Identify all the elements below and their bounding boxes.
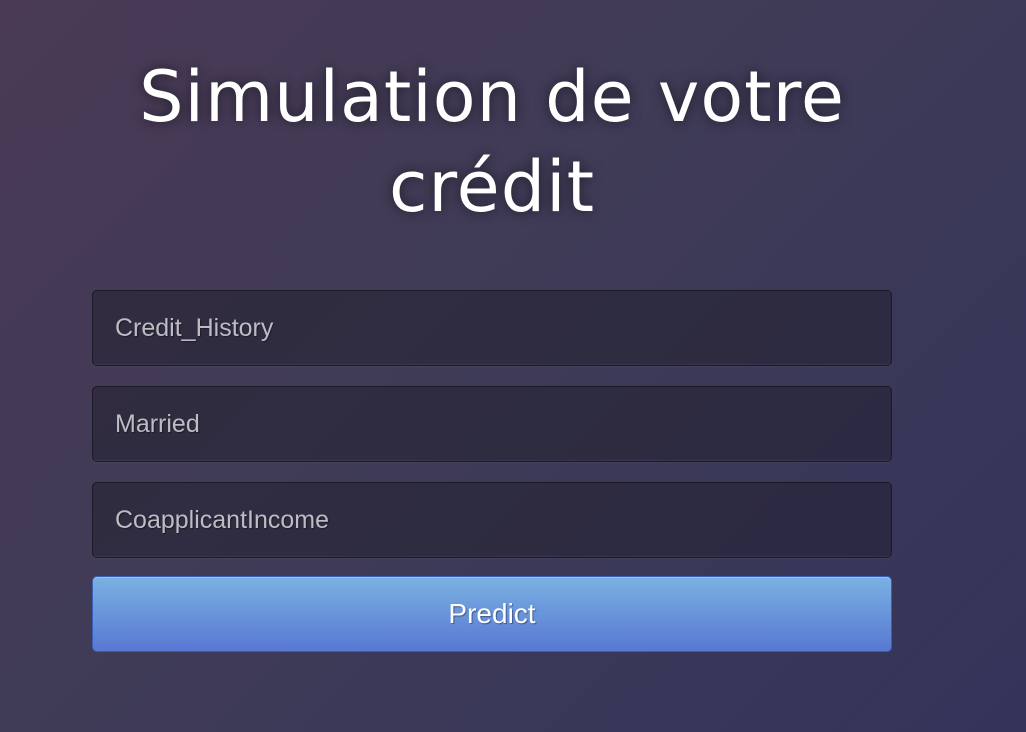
coapplicant-income-input[interactable] — [92, 482, 892, 558]
credit-form: Predict — [92, 290, 892, 652]
predict-button[interactable]: Predict — [92, 576, 892, 652]
page-title: Simulation de votre crédit — [139, 56, 845, 228]
credit-history-input[interactable] — [92, 290, 892, 366]
married-input[interactable] — [92, 386, 892, 462]
